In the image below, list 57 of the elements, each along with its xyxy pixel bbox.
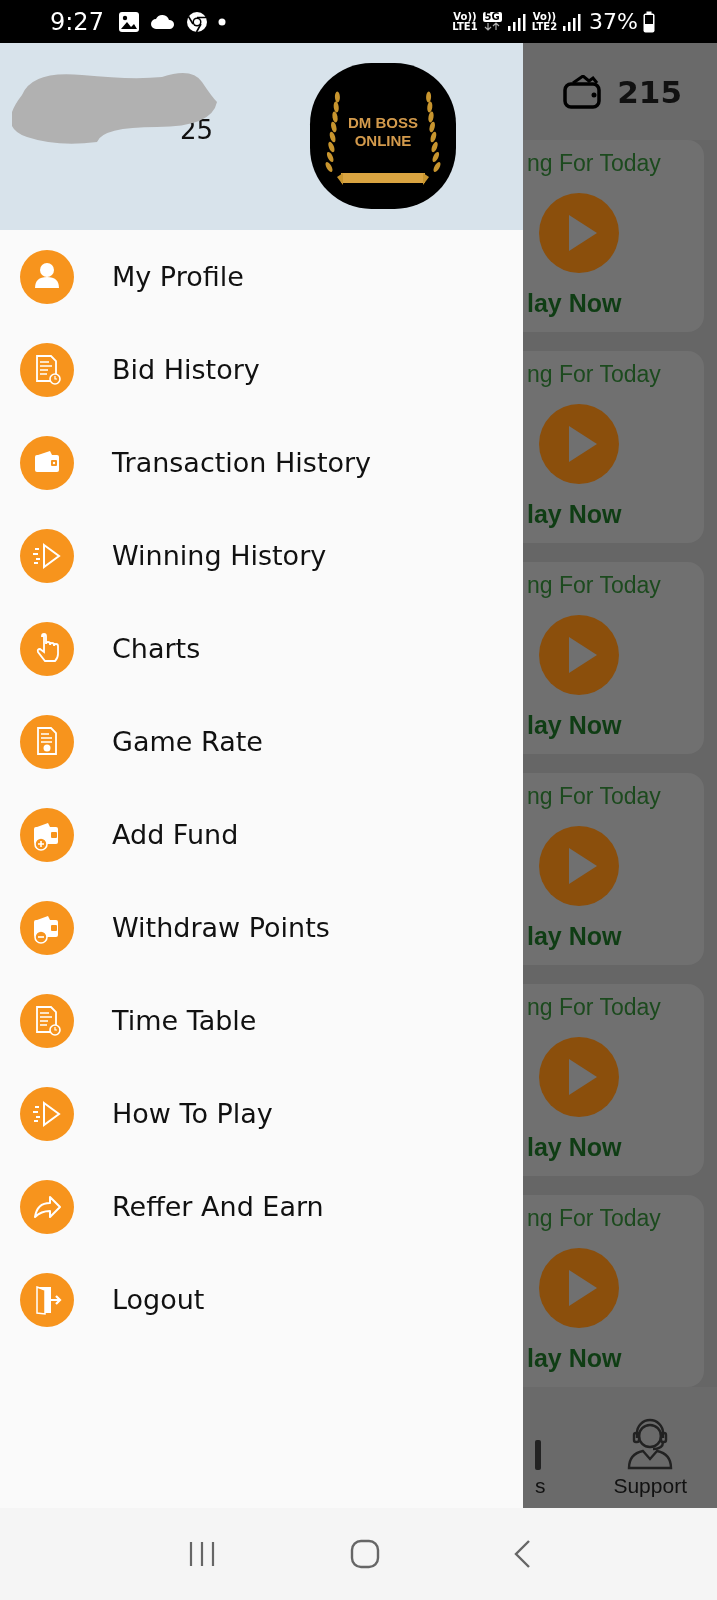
data-arrows-icon bbox=[484, 22, 501, 31]
play-icon[interactable] bbox=[539, 193, 619, 273]
clock: 9:27 bbox=[50, 7, 104, 36]
data-badge: 5G bbox=[482, 12, 502, 22]
signal-icon bbox=[506, 11, 527, 32]
document-clock-icon bbox=[20, 993, 74, 1048]
play-icon[interactable] bbox=[539, 1248, 619, 1328]
fast-play-icon bbox=[20, 1086, 74, 1141]
menu-item[interactable]: Logout bbox=[0, 1253, 523, 1346]
play-icon[interactable] bbox=[539, 404, 619, 484]
fast-play-icon bbox=[20, 528, 74, 583]
signal-icon bbox=[562, 11, 583, 32]
network-label: LTE1 bbox=[452, 21, 478, 32]
menu-item[interactable]: Add Fund bbox=[0, 788, 523, 881]
wallet-icon bbox=[563, 74, 604, 109]
network-label: LTE2 bbox=[531, 21, 558, 32]
menu-item[interactable]: Withdraw Points bbox=[0, 881, 523, 974]
card-title: ng For Today bbox=[527, 572, 661, 599]
back-icon[interactable] bbox=[512, 1539, 531, 1569]
volte-label: Vo)) bbox=[453, 11, 477, 22]
document-clock-icon bbox=[20, 342, 74, 397]
menu-item[interactable]: Charts bbox=[0, 602, 523, 695]
cloud-icon bbox=[149, 13, 176, 30]
home-icon[interactable] bbox=[349, 1539, 380, 1569]
menu-item[interactable]: Bid History bbox=[0, 323, 523, 416]
volte-label: Vo)) bbox=[532, 11, 557, 22]
notification-dot-icon bbox=[217, 17, 226, 26]
menu-item[interactable]: Time Table bbox=[0, 974, 523, 1067]
nav-tab[interactable]: s bbox=[535, 1474, 546, 1498]
play-icon[interactable] bbox=[539, 826, 619, 906]
menu-item[interactable]: Reffer And Earn bbox=[0, 1160, 523, 1253]
balance-amount: 215 bbox=[617, 73, 682, 110]
menu-item[interactable]: How To Play bbox=[0, 1067, 523, 1160]
card-title: ng For Today bbox=[527, 361, 661, 388]
wallet-icon bbox=[20, 435, 74, 490]
logo-text: DM BOSS bbox=[348, 114, 418, 132]
menu-item[interactable]: Transaction History bbox=[0, 416, 523, 509]
play-icon[interactable] bbox=[539, 615, 619, 695]
logout-icon bbox=[20, 1272, 74, 1327]
wallet-minus-icon bbox=[20, 900, 74, 955]
document-icon bbox=[20, 714, 74, 769]
battery-icon bbox=[643, 10, 655, 33]
battery-level: 37% bbox=[589, 9, 638, 34]
person-icon bbox=[20, 249, 74, 304]
browser-icon bbox=[185, 10, 208, 33]
card-title: ng For Today bbox=[527, 783, 661, 810]
menu-item[interactable]: Game Rate bbox=[0, 695, 523, 788]
card-title: ng For Today bbox=[527, 1205, 661, 1232]
wallet-plus-icon bbox=[20, 807, 74, 862]
menu-item[interactable]: Winning History bbox=[0, 509, 523, 602]
card-title: ng For Today bbox=[527, 994, 661, 1021]
play-icon[interactable] bbox=[539, 1037, 619, 1117]
image-icon bbox=[117, 10, 140, 33]
pointing-hand-icon bbox=[20, 621, 74, 676]
menu-item[interactable]: My Profile bbox=[0, 230, 523, 323]
logo-text: ONLINE bbox=[354, 132, 412, 150]
card-title: ng For Today bbox=[527, 150, 661, 177]
